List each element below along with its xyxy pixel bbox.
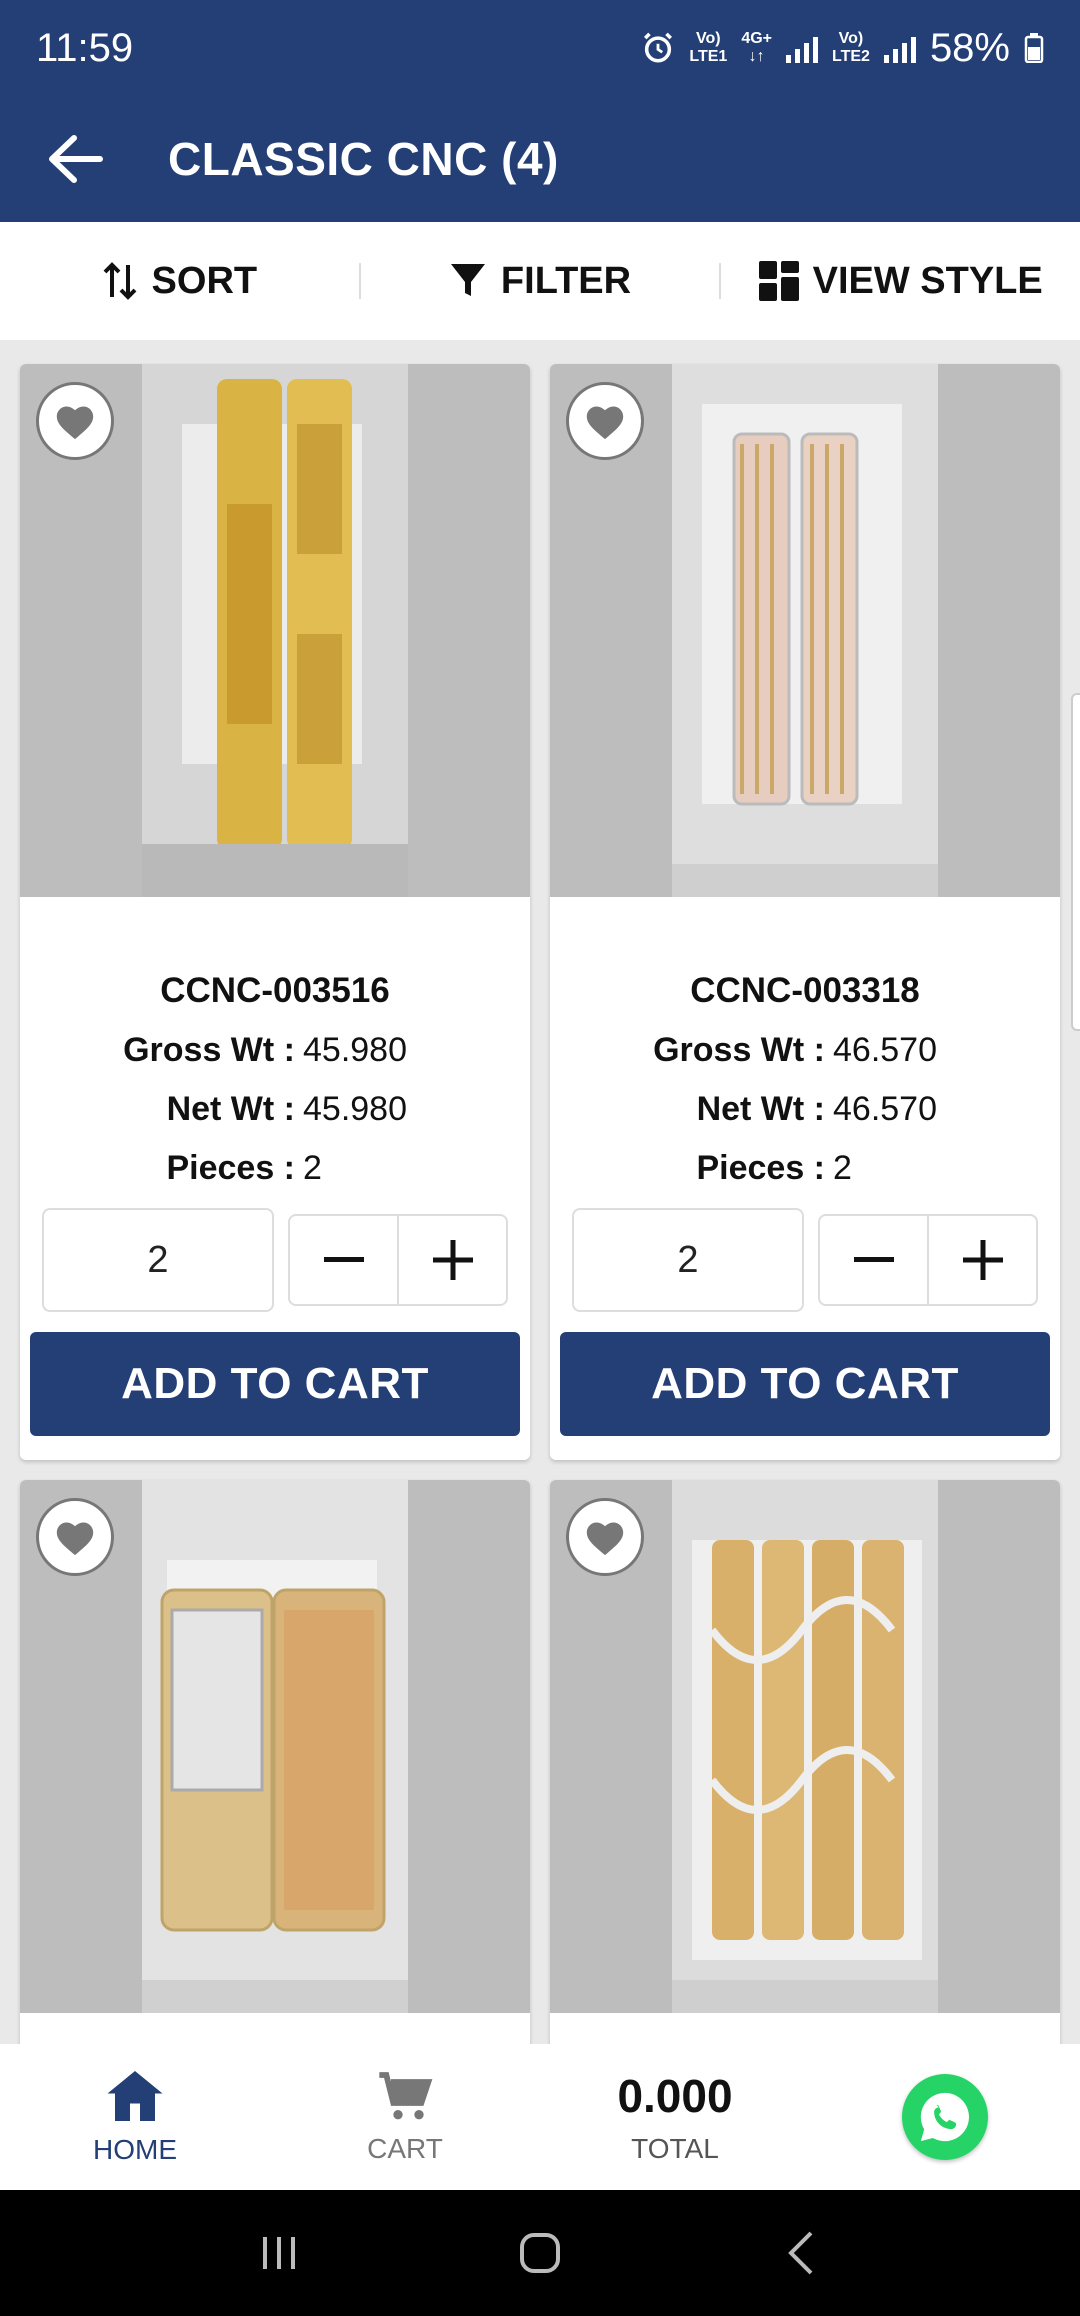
gross-weight: Gross Wt :46.570 — [653, 1031, 937, 1069]
nav-cart-label: CART — [367, 2133, 443, 2164]
minus-icon — [853, 1257, 894, 1262]
grid-view-icon — [758, 261, 799, 301]
total-value: 0.000 — [617, 2070, 733, 2122]
product-image[interactable] — [20, 1480, 530, 2013]
filter-toolbar: SORT FILTER VIEW STYLE — [0, 222, 1080, 340]
nav-home[interactable]: HOME — [0, 2068, 270, 2166]
heart-icon — [586, 406, 624, 440]
signal-icon-2 — [883, 33, 916, 63]
product-image[interactable] — [550, 1480, 1060, 2013]
quantity-stepper — [288, 1214, 508, 1306]
battery-icon — [1024, 33, 1044, 63]
sim-4g: 4G+ ↓↑ — [741, 30, 772, 65]
bangle-photo — [142, 1480, 408, 2013]
bangle-photo — [672, 1480, 938, 2013]
net-weight: Net Wt :45.980 — [166, 1090, 407, 1128]
battery-percent: 58% — [929, 25, 1010, 70]
product-info: CCNC-003318 Gross Wt :46.570 Net Wt :46.… — [550, 897, 1060, 1188]
back-button[interactable] — [0, 96, 150, 222]
home-button-icon[interactable] — [516, 2229, 564, 2277]
sim2-network: Vo) LTE2 — [832, 30, 870, 65]
whatsapp-icon — [920, 2092, 969, 2142]
sim1-network: Vo) LTE1 — [689, 30, 728, 65]
add-to-cart-button[interactable]: ADD TO CART — [560, 1332, 1050, 1436]
nav-home-label: HOME — [93, 2134, 177, 2165]
cart-icon — [379, 2072, 433, 2120]
product-image[interactable] — [20, 364, 530, 897]
alarm-icon — [644, 32, 673, 63]
heart-icon — [56, 1522, 94, 1556]
product-image[interactable] — [550, 364, 1060, 897]
heart-icon — [586, 1522, 624, 1556]
quantity-input[interactable]: 2 — [572, 1208, 804, 1312]
favorite-button[interactable] — [566, 382, 644, 460]
product-grid[interactable]: CCNC-003516 Gross Wt :45.980 Net Wt :45.… — [0, 340, 1080, 2044]
bangle-photo — [672, 364, 938, 897]
decrement-button[interactable] — [820, 1216, 927, 1304]
product-card[interactable] — [550, 1480, 1060, 2044]
recent-apps-icon[interactable] — [257, 2231, 301, 2275]
decrement-button[interactable] — [290, 1216, 397, 1304]
funnel-icon — [450, 264, 485, 296]
whatsapp-button[interactable] — [902, 2074, 988, 2160]
favorite-button[interactable] — [36, 1498, 114, 1576]
sort-button[interactable]: SORT — [0, 260, 359, 303]
page-title: CLASSIC CNC (4) — [168, 133, 559, 185]
nav-whatsapp[interactable] — [810, 2074, 1080, 2160]
plus-icon — [962, 1240, 1003, 1280]
nav-total: 0.000 TOTAL — [540, 2069, 810, 2165]
filter-label: FILTER — [500, 259, 632, 302]
favorite-button[interactable] — [36, 382, 114, 460]
sort-label: SORT — [151, 259, 258, 302]
signal-icon — [786, 33, 818, 63]
app-bar: CLASSIC CNC (4) — [0, 96, 1080, 222]
pieces: Pieces :2 — [166, 1149, 322, 1187]
gross-weight: Gross Wt :45.980 — [123, 1031, 407, 1069]
filter-button[interactable]: FILTER — [361, 260, 720, 303]
add-to-cart-button[interactable]: ADD TO CART — [30, 1332, 520, 1436]
quantity-row: 2 — [20, 1208, 530, 1312]
arrow-left-icon — [49, 135, 103, 183]
quantity-input[interactable]: 2 — [42, 1208, 274, 1312]
product-code: CCNC-003318 — [690, 971, 920, 1010]
status-time: 11:59 — [36, 25, 134, 70]
nav-cart[interactable]: CART — [270, 2069, 540, 2165]
minus-icon — [323, 1257, 364, 1262]
increment-button[interactable] — [927, 1216, 1036, 1304]
scrollbar-thumb[interactable] — [1071, 693, 1080, 1031]
heart-icon — [56, 406, 94, 440]
product-card[interactable]: CCNC-003318 Gross Wt :46.570 Net Wt :46.… — [550, 364, 1060, 1460]
pieces: Pieces :2 — [696, 1149, 852, 1187]
plus-icon — [432, 1240, 473, 1280]
favorite-button[interactable] — [566, 1498, 644, 1576]
bottom-navigation: HOME CART 0.000 TOTAL — [0, 2044, 1080, 2190]
bangle-photo — [142, 364, 408, 897]
system-navigation-bar — [0, 2190, 1080, 2316]
product-code: CCNC-003516 — [160, 971, 390, 1010]
status-icons: Vo) LTE1 4G+ ↓↑ Vo) LTE2 58% — [641, 26, 1044, 71]
net-weight: Net Wt :46.570 — [696, 1090, 937, 1128]
quantity-row: 2 — [550, 1208, 1060, 1312]
view-style-button[interactable]: VIEW STYLE — [721, 260, 1080, 303]
view-style-label: VIEW STYLE — [812, 259, 1043, 302]
product-info: CCNC-003516 Gross Wt :45.980 Net Wt :45.… — [20, 897, 530, 1188]
back-nav-icon[interactable] — [779, 2229, 823, 2277]
total-label: TOTAL — [631, 2133, 719, 2164]
status-bar: 11:59 Vo) LTE1 4G+ ↓↑ Vo) LTE2 58% — [0, 0, 1080, 96]
sort-icon — [103, 262, 136, 300]
quantity-stepper — [818, 1214, 1038, 1306]
product-card[interactable] — [20, 1480, 530, 2044]
product-card[interactable]: CCNC-003516 Gross Wt :45.980 Net Wt :45.… — [20, 364, 530, 1460]
increment-button[interactable] — [397, 1216, 506, 1304]
home-icon — [107, 2071, 163, 2121]
